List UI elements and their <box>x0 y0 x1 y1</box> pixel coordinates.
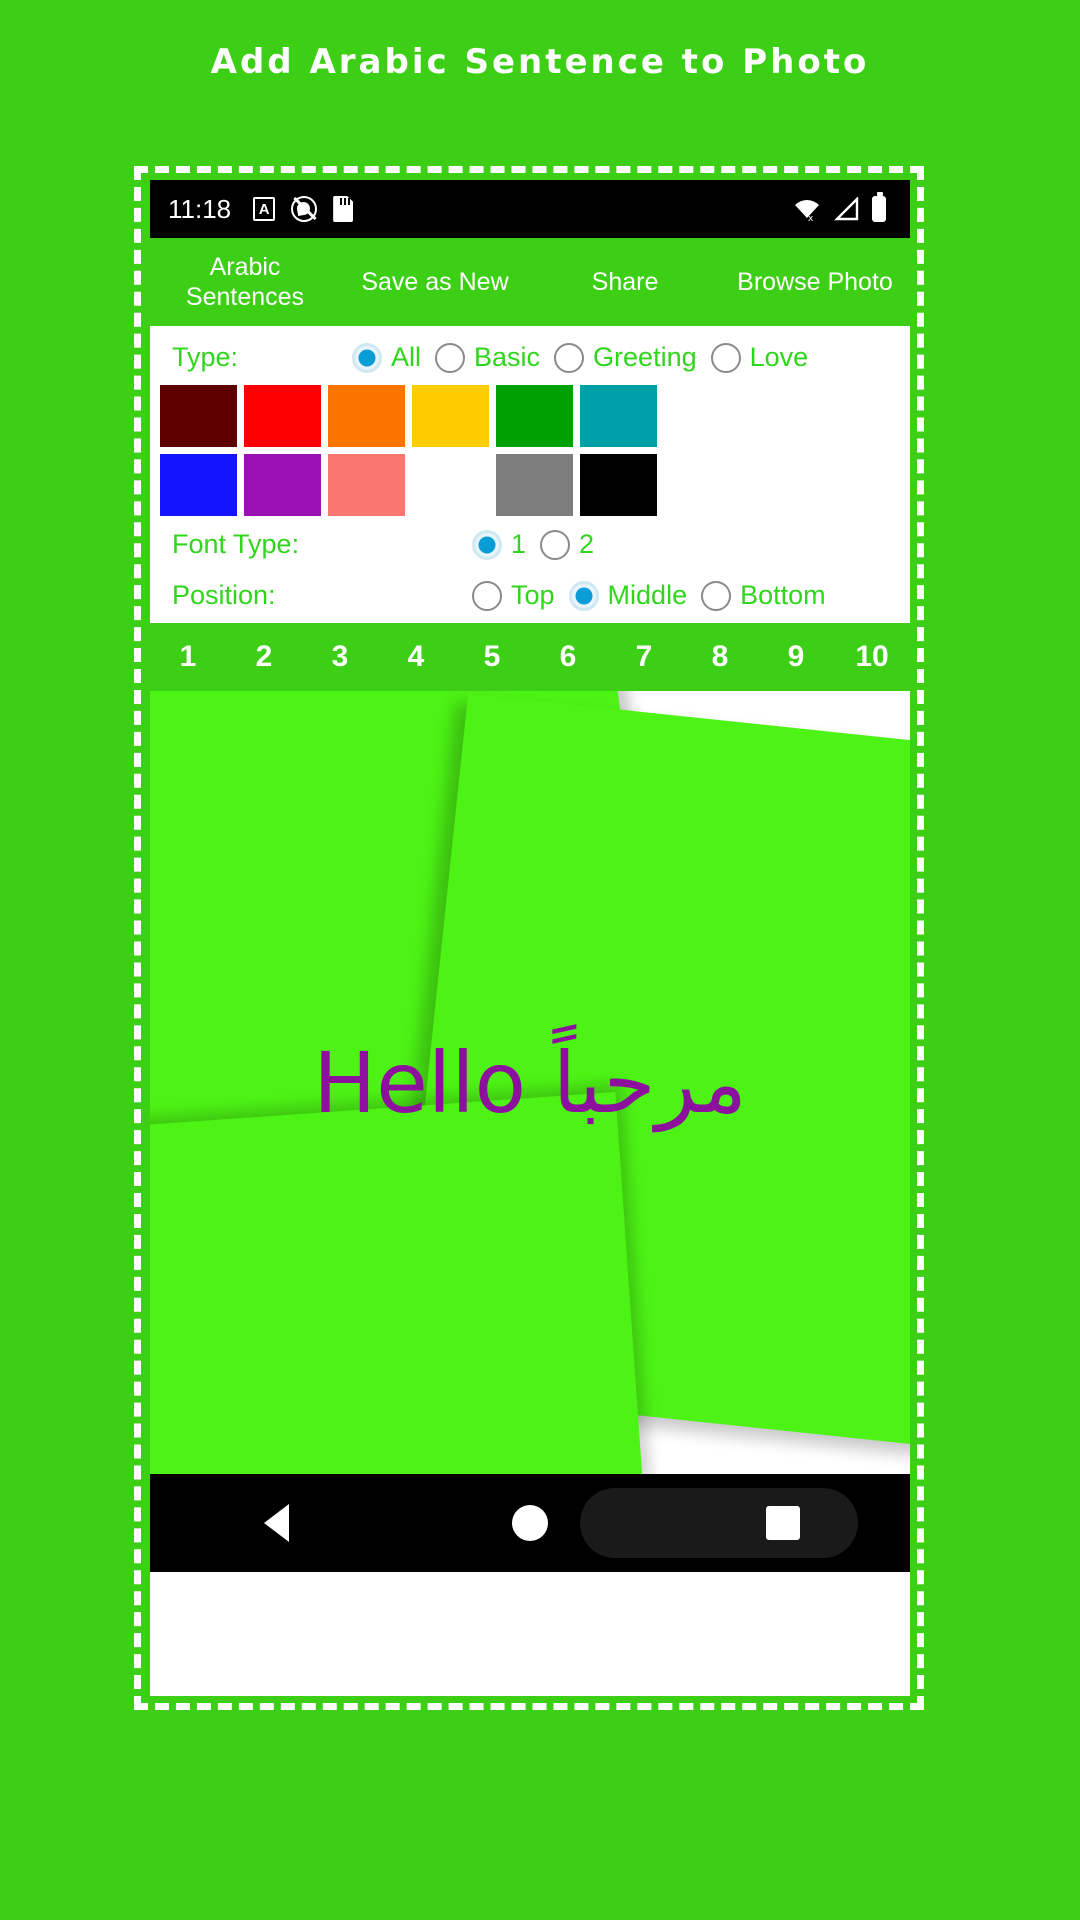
font-type-label: Font Type: <box>172 529 300 559</box>
type-option-greeting[interactable]: Greeting <box>554 342 697 373</box>
number-button-7[interactable]: 7 <box>606 640 682 674</box>
radio-icon-all[interactable] <box>352 342 382 373</box>
tab-save-as-new[interactable]: Save as New <box>340 267 530 297</box>
number-button-9[interactable]: 9 <box>758 640 834 674</box>
type-label: Type: <box>172 342 239 372</box>
radio-icon-font-1[interactable] <box>472 529 502 560</box>
status-bar-left-icons: A <box>253 196 354 222</box>
photo-preview[interactable]: مرحباً Hello <box>150 691 910 1474</box>
color-swatch-yellow[interactable] <box>412 385 489 447</box>
position-radio-group: Top Middle Bottom <box>352 580 898 611</box>
type-option-love-label: Love <box>749 342 809 372</box>
color-swatch-purple[interactable] <box>244 454 321 516</box>
number-button-4[interactable]: 4 <box>378 640 454 674</box>
nav-recents-button[interactable] <box>657 1506 910 1540</box>
sd-card-icon <box>333 196 354 222</box>
radio-icon-middle[interactable] <box>568 580 599 611</box>
number-button-5[interactable]: 5 <box>454 640 530 674</box>
tab-share[interactable]: Share <box>530 267 720 297</box>
type-option-greeting-label: Greeting <box>593 342 697 372</box>
color-row-2 <box>160 454 900 516</box>
font-type-radio-group: 1 2 <box>352 529 898 560</box>
top-tab-bar: Arabic Sentences Save as New Share Brows… <box>150 238 910 326</box>
photo-shape-bottom <box>150 1091 644 1474</box>
position-option-top-label: Top <box>511 580 555 610</box>
radio-icon-love[interactable] <box>710 342 741 373</box>
color-swatch-green[interactable] <box>496 385 573 447</box>
number-button-1[interactable]: 1 <box>150 640 226 674</box>
color-palette <box>150 373 910 529</box>
status-bar-clock: 11:18 <box>168 193 232 224</box>
sentence-number-strip: 1 2 3 4 5 6 7 8 9 10 <box>150 623 910 691</box>
color-swatch-gray[interactable] <box>496 454 573 516</box>
color-row-1 <box>160 385 900 447</box>
type-option-basic-label: Basic <box>474 342 541 372</box>
type-row: Type: All Basic Greeting Love <box>150 342 910 373</box>
options-panel: Type: All Basic Greeting Love Font Type:… <box>150 326 910 623</box>
type-option-all[interactable]: All <box>352 342 421 373</box>
radio-icon-font-2[interactable] <box>540 529 571 560</box>
nav-back-button[interactable] <box>150 1504 403 1542</box>
color-swatch-white[interactable] <box>412 454 489 516</box>
number-button-3[interactable]: 3 <box>302 640 378 674</box>
font-type-option-2-label: 2 <box>579 529 595 559</box>
radio-icon-bottom[interactable] <box>701 580 732 611</box>
letter-a-badge-icon: A <box>253 197 276 221</box>
radio-icon-top[interactable] <box>472 580 502 611</box>
status-bar-right-icons: x <box>792 192 892 222</box>
tab-arabic-sentences[interactable]: Arabic Sentences <box>150 252 340 312</box>
home-circle-icon <box>511 1505 548 1541</box>
do-not-disturb-icon <box>291 196 318 222</box>
font-type-row: Font Type: 1 2 <box>150 529 910 560</box>
position-option-bottom[interactable]: Bottom <box>701 580 826 611</box>
tab-browse-photo[interactable]: Browse Photo <box>720 267 910 297</box>
position-row: Position: Top Middle Bottom <box>150 580 910 611</box>
battery-full-icon <box>872 192 886 222</box>
color-swatch-blue[interactable] <box>160 454 237 516</box>
position-option-top[interactable]: Top <box>472 580 555 611</box>
android-nav-bar <box>150 1474 910 1572</box>
number-button-6[interactable]: 6 <box>530 640 606 674</box>
color-swatch-orange[interactable] <box>328 385 405 447</box>
color-swatch-salmon[interactable] <box>328 454 405 516</box>
phone-screenshot: 11:18 A x Arabic Sentences Save as New S… <box>150 180 910 1696</box>
photo-overlay-text: مرحباً Hello <box>313 1033 747 1132</box>
color-swatch-red[interactable] <box>244 385 321 447</box>
color-swatch-black[interactable] <box>580 454 657 516</box>
radio-icon-greeting[interactable] <box>554 342 585 373</box>
position-option-middle[interactable]: Middle <box>568 580 688 611</box>
position-option-bottom-label: Bottom <box>740 580 826 610</box>
wifi-no-internet-icon: x <box>792 198 822 222</box>
back-triangle-icon <box>264 1504 290 1542</box>
type-option-all-label: All <box>391 342 422 372</box>
number-button-8[interactable]: 8 <box>682 640 758 674</box>
font-type-option-1[interactable]: 1 <box>472 529 526 560</box>
color-swatch-dark-maroon[interactable] <box>160 385 237 447</box>
recents-square-icon <box>766 1506 801 1540</box>
status-bar: 11:18 A x <box>150 180 910 238</box>
color-swatch-teal[interactable] <box>580 385 657 447</box>
font-type-option-1-label: 1 <box>511 529 527 559</box>
svg-text:x: x <box>808 214 814 222</box>
type-radio-group: All Basic Greeting Love <box>352 342 898 373</box>
cellular-signal-icon <box>834 196 860 221</box>
radio-icon-basic[interactable] <box>435 342 466 373</box>
number-button-10[interactable]: 10 <box>834 640 910 674</box>
position-label: Position: <box>172 580 276 610</box>
number-button-2[interactable]: 2 <box>226 640 302 674</box>
page-title: Add Arabic Sentence to Photo <box>210 42 870 82</box>
type-option-love[interactable]: Love <box>710 342 809 373</box>
position-option-middle-label: Middle <box>607 580 688 610</box>
type-option-basic[interactable]: Basic <box>435 342 540 373</box>
font-type-option-2[interactable]: 2 <box>540 529 594 560</box>
